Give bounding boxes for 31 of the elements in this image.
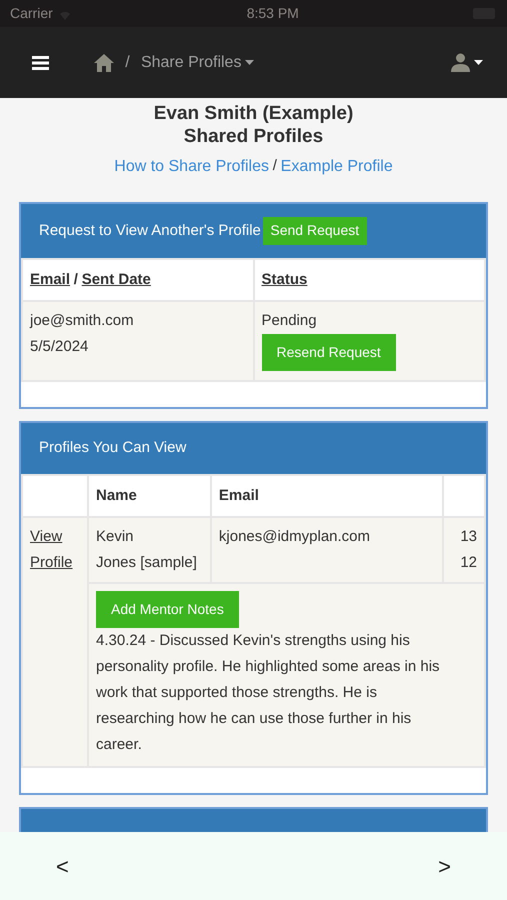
status-cell-text: Pending bbox=[262, 310, 318, 331]
column-header: Name bbox=[96, 486, 137, 504]
email-cell-text: joe@smith.com bbox=[30, 310, 135, 331]
panel-title: Request to View Another's Profile bbox=[39, 220, 261, 240]
column-header[interactable]: Status bbox=[262, 270, 308, 288]
menu-icon[interactable] bbox=[32, 56, 49, 70]
count-cell-text: 13 12 bbox=[459, 526, 477, 573]
view-profile-link[interactable]: View Profile bbox=[30, 524, 73, 576]
breadcrumb-dropdown[interactable]: Share Profiles bbox=[140, 50, 254, 74]
user-icon bbox=[451, 53, 470, 72]
column-header[interactable]: Email bbox=[30, 270, 70, 288]
page-title: Shared Profiles bbox=[182, 124, 324, 148]
column-header: Email bbox=[218, 486, 259, 504]
clock: 8:53 PM bbox=[246, 4, 299, 23]
panel-title: Profiles You Can View bbox=[39, 438, 186, 458]
column-separator: / bbox=[74, 270, 78, 288]
caret-icon bbox=[245, 60, 254, 65]
link-separator: / bbox=[272, 156, 277, 176]
back-button[interactable]: < bbox=[56, 850, 69, 882]
breadcrumb-separator: / bbox=[125, 52, 130, 72]
date-cell-text: 5/5/2024 bbox=[30, 336, 90, 357]
column-header[interactable]: Sent Date bbox=[82, 270, 151, 288]
caret-icon bbox=[474, 60, 483, 65]
email-cell-text: kjones@idmyplan.com bbox=[218, 526, 372, 547]
mentor-note: 4.30.24 - Discussed Kevin's strengths using his personality profile. He highlighted some areas in his work that supported those strengths. He is researching how he can use those further in his career. bbox=[96, 630, 441, 755]
home-icon[interactable] bbox=[94, 54, 114, 72]
forward-button[interactable]: > bbox=[438, 850, 451, 882]
user-menu-button[interactable] bbox=[451, 53, 483, 72]
name-cell-text: Kevin Jones [sample] bbox=[96, 526, 198, 573]
page-title: Evan Smith (Example) bbox=[152, 102, 354, 125]
carrier-label: Carrier bbox=[10, 4, 53, 23]
